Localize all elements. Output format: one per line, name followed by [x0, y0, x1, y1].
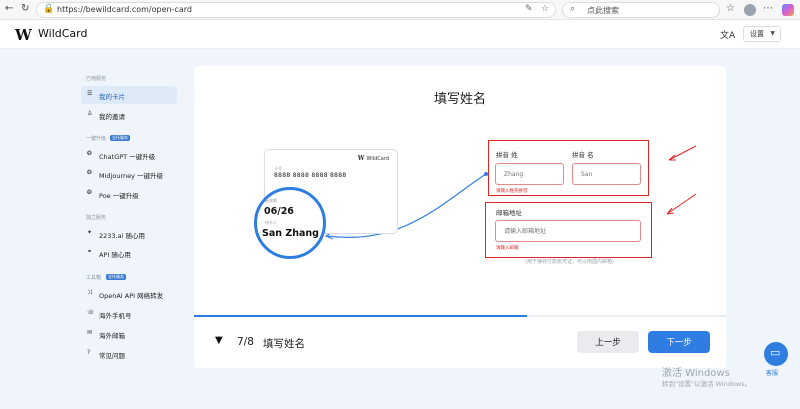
sidebar-item-2233ai[interactable]: ✦ 2233.ai 随心用 — [81, 225, 177, 243]
help-icon: ? — [87, 349, 91, 356]
first-name-input[interactable] — [572, 163, 641, 185]
lock-icon: 🔒 — [43, 4, 55, 14]
step-footer: ▼ 7/8 填写姓名 上一步 下一步 — [194, 319, 726, 368]
sidebar-item-label: 我的邀请 — [99, 113, 125, 121]
search-icon: ⌕ — [570, 4, 576, 14]
support-label[interactable]: 客服 — [766, 368, 778, 377]
support-button[interactable]: ▭ — [764, 342, 788, 366]
sidebar-item-my-cards[interactable]: ☰ 我的卡片 — [81, 86, 177, 104]
openai-icon: ❂ — [87, 169, 93, 176]
service-badge: 全托服务 — [106, 274, 126, 280]
profile-avatar[interactable] — [744, 4, 756, 16]
email-input[interactable] — [495, 220, 641, 242]
favorites-icon[interactable]: ☆ — [726, 3, 735, 14]
sidebar-item-chatgpt[interactable]: ❂ ChatGPT 一键升级 — [81, 146, 177, 164]
sidebar-item-label: ChatGPT 一键升级 — [99, 153, 156, 161]
service-badge: 全托服务 — [110, 135, 130, 141]
sidebar-item-overseas-email[interactable]: ✉ 海外邮箱 — [81, 325, 177, 343]
link-icon: ⚭ — [87, 248, 93, 255]
main-panel: 填写姓名 W WildCard 卡号 8888 8888 8888 8888 有效… — [194, 66, 726, 368]
card-expiry: 06/26 — [264, 206, 294, 217]
first-name-label: 拼音 名 — [572, 151, 594, 159]
app-header: W WildCard 文A 设置 ▼ — [0, 20, 800, 49]
last-name-input[interactable] — [495, 163, 564, 185]
sidebar-item-label: 海外手机号 — [99, 312, 132, 320]
sidebar: 已用服务 ☰ 我的卡片 ♙ 我的邀请 一键升级 全托服务 ❂ ChatGPT 一… — [0, 49, 185, 409]
sidebar-item-overseas-phone[interactable]: ☏ 海外手机号 — [81, 305, 177, 323]
sidebar-item-label: 常见问题 — [99, 352, 125, 360]
openai-icon: ❂ — [87, 189, 93, 196]
previous-step-button[interactable]: 上一步 — [577, 331, 639, 353]
sidebar-item-poe[interactable]: ❂ Poe 一键升级 — [81, 185, 177, 203]
logo-text: WildCard — [38, 27, 88, 40]
sidebar-section-title: 独立服务 — [86, 215, 107, 221]
sidebar-item-faq[interactable]: ? 常见问题 — [81, 345, 177, 363]
shuffle-icon: ⤨ — [87, 289, 92, 296]
windows-watermark-title: 激活 Windows — [662, 368, 730, 379]
sidebar-item-label: Midjourney 一键升级 — [99, 172, 164, 180]
sparkle-icon: ✦ — [87, 229, 93, 236]
page-title: 填写姓名 — [433, 92, 486, 107]
settings-dropdown[interactable]: 设置 ▼ — [743, 26, 781, 42]
favorite-star-icon[interactable]: ☆ — [541, 4, 549, 14]
url-text: https://bewildcard.com/open-card — [57, 5, 192, 14]
chat-icon: ▭ — [770, 346, 781, 359]
sidebar-item-openai-api-proxy[interactable]: ⤨ OpenAI API 网络转发 — [81, 285, 177, 303]
email-label: 邮箱地址 — [496, 209, 522, 217]
cardholder-label: 持卡人 — [265, 220, 277, 225]
back-icon[interactable]: ← — [5, 3, 13, 14]
windows-watermark-subtitle: 转到"设置"以激活 Windows。 — [662, 380, 752, 388]
translate-icon[interactable]: 文A — [720, 28, 735, 41]
edit-icon[interactable]: ✎ — [525, 4, 533, 14]
reload-icon[interactable]: ↻ — [21, 3, 29, 14]
more-icon[interactable]: ⋯ — [763, 3, 773, 14]
name-error: 请输入姓氏拼音 — [496, 189, 528, 194]
copilot-icon[interactable] — [782, 4, 794, 16]
sidebar-item-label: 海外邮箱 — [99, 332, 125, 340]
cardholder-name: San Zhang — [262, 228, 319, 239]
sidebar-item-label: 我的卡片 — [99, 93, 125, 101]
logo-icon: W — [357, 155, 365, 162]
last-name-label: 拼音 姓 — [496, 151, 518, 159]
openai-icon: ❂ — [87, 150, 93, 157]
phone-icon: ☏ — [87, 309, 95, 316]
sidebar-item-midjourney[interactable]: ❂ Midjourney 一键升级 — [81, 165, 177, 183]
browser-search-box[interactable]: ⌕ 点此搜索 — [562, 2, 720, 18]
card-brand: W WildCard — [357, 155, 389, 162]
progress-bar — [194, 315, 726, 317]
next-step-button[interactable]: 下一步 — [648, 331, 710, 353]
cards-icon: ☰ — [87, 90, 93, 97]
progress-fill — [194, 315, 527, 317]
sidebar-section-title: 工具箱 — [86, 275, 102, 281]
step-title: 填写姓名 — [263, 338, 305, 350]
search-placeholder: 点此搜索 — [587, 6, 619, 15]
sidebar-item-api[interactable]: ⚭ API 随心用 — [81, 244, 177, 262]
address-bar[interactable]: 🔒 https://bewildcard.com/open-card ✎ ☆ — [36, 2, 556, 18]
sidebar-item-my-invites[interactable]: ♙ 我的邀请 — [81, 106, 177, 124]
expiry-label: 有效期 — [265, 198, 277, 203]
step-counter: 7/8 — [237, 336, 254, 348]
users-icon: ♙ — [87, 110, 93, 117]
caret-down-icon[interactable]: ▼ — [215, 335, 223, 346]
sidebar-item-label: 2233.ai 随心用 — [99, 232, 145, 240]
sidebar-section-title: 一键升级 — [86, 136, 107, 142]
sidebar-item-label: OpenAI API 网络转发 — [99, 292, 164, 300]
email-hint: (用于接收付款账凭证，可以用国内邮箱) — [525, 259, 614, 265]
sidebar-item-label: API 随心用 — [99, 251, 131, 259]
email-error: 请输入邮箱 — [496, 246, 519, 251]
sidebar-item-label: Poe 一键升级 — [99, 192, 139, 200]
browser-toolbar: ← ↻ 🔒 https://bewildcard.com/open-card ✎… — [0, 0, 800, 20]
card-number: 8888 8888 8888 8888 — [274, 172, 347, 179]
logo-icon: W — [15, 26, 32, 44]
settings-label: 设置 — [750, 30, 764, 38]
mail-icon: ✉ — [87, 329, 93, 336]
card-name-magnifier: 有效期 06/26 持卡人 San Zhang — [254, 187, 326, 259]
chevron-down-icon: ▼ — [770, 30, 775, 37]
sidebar-section-title: 已用服务 — [86, 76, 107, 82]
